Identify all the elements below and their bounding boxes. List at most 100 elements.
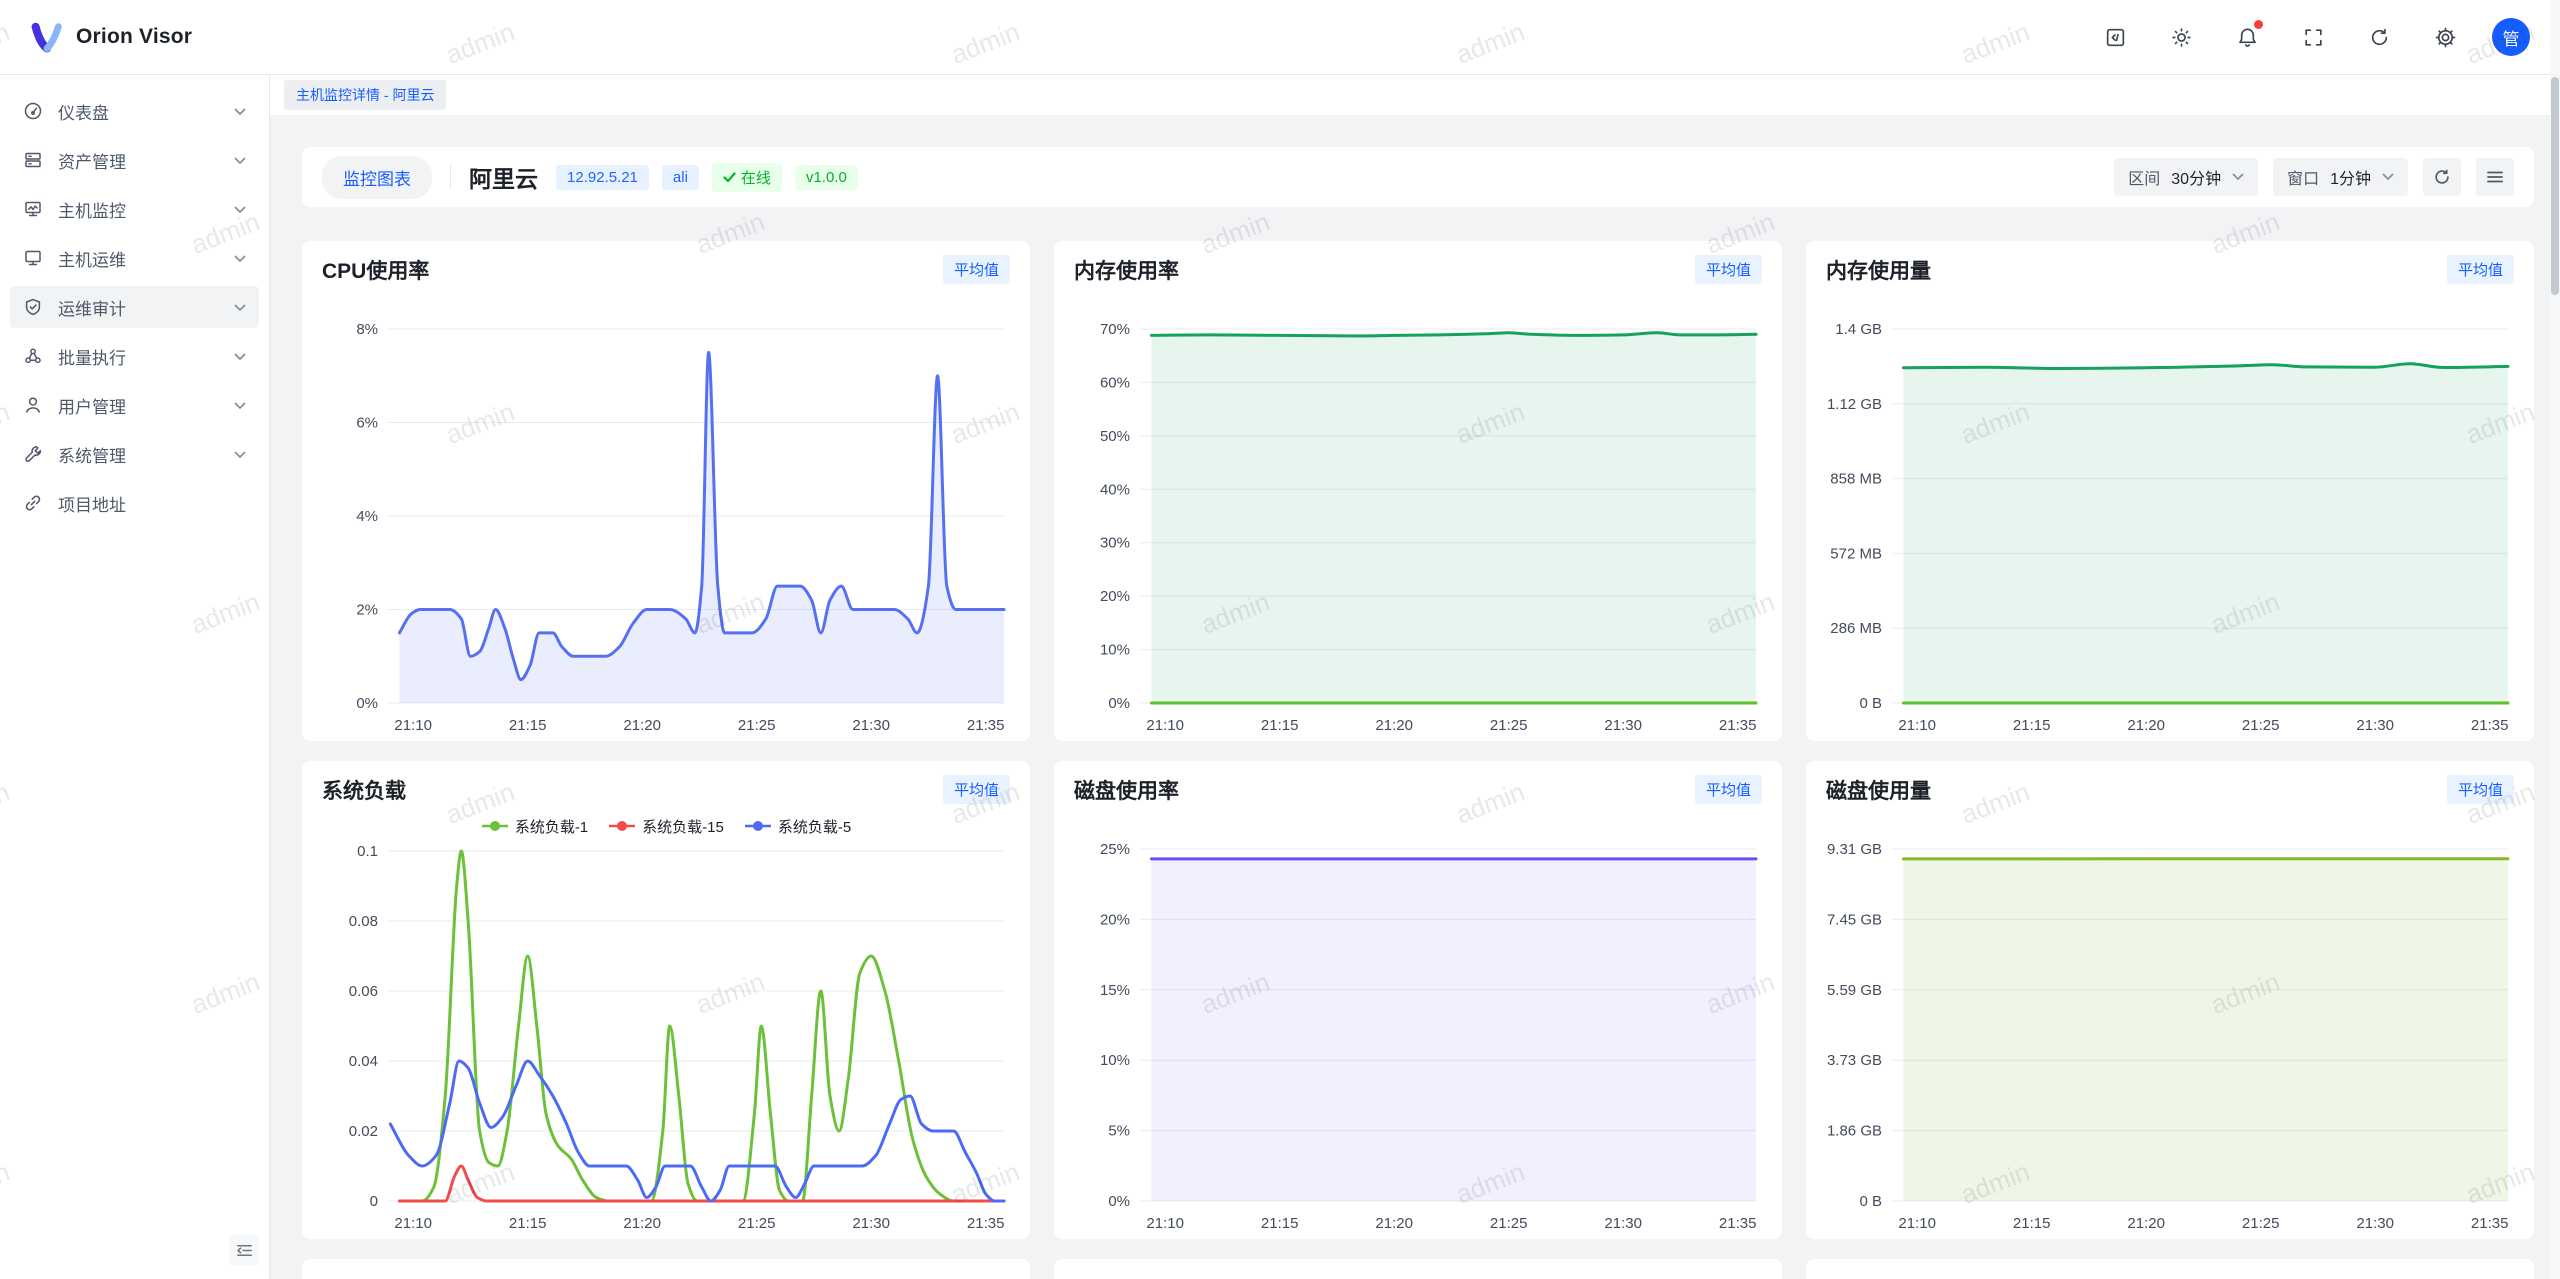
svg-text:0 B: 0 B [1859, 1193, 1882, 1210]
svg-text:15%: 15% [1100, 982, 1130, 999]
avatar[interactable]: 管 [2492, 18, 2530, 56]
svg-text:21:15: 21:15 [2013, 717, 2051, 734]
sidebar-collapse-button[interactable] [229, 1235, 259, 1265]
svg-text:5.59 GB: 5.59 GB [1827, 982, 1882, 999]
svg-text:6%: 6% [356, 415, 378, 432]
legend-label: 系统负载-1 [515, 816, 588, 837]
svg-text:21:20: 21:20 [623, 1215, 661, 1232]
svg-text:21:25: 21:25 [1490, 1215, 1528, 1232]
sidebar-item-system-mgmt[interactable]: 系统管理 [10, 433, 259, 475]
gear-icon[interactable] [2426, 18, 2464, 56]
sidebar-item-label: 用户管理 [58, 393, 126, 418]
svg-text:1.12 GB: 1.12 GB [1827, 396, 1882, 413]
app-logo: Orion Visor [30, 21, 192, 53]
average-badge: 平均值 [943, 255, 1010, 284]
status-badge: 在线 [712, 163, 782, 192]
chart-title: 内存使用量 [1826, 255, 1931, 285]
shield-check-icon [23, 297, 43, 317]
svg-text:9.31 GB: 9.31 GB [1827, 841, 1882, 858]
window-select[interactable]: 窗口 1分钟 [2273, 158, 2408, 196]
svg-text:0.06: 0.06 [349, 983, 378, 1000]
interval-select[interactable]: 区间 30分钟 [2114, 158, 2258, 196]
sidebar-item-dashboard[interactable]: 仪表盘 [10, 90, 259, 132]
chevron-down-icon [2232, 168, 2244, 186]
sidebar-item-host-monitor[interactable]: 主机监控 [10, 188, 259, 230]
sidebar-item-host-ops[interactable]: 主机运维 [10, 237, 259, 279]
svg-text:0.1: 0.1 [357, 843, 378, 860]
chevron-down-icon [234, 297, 246, 317]
status-text: 在线 [741, 167, 771, 188]
legend-item[interactable]: 系统负载-1 [481, 816, 588, 837]
svg-text:21:10: 21:10 [1146, 717, 1184, 734]
sidebar-item-user-mgmt[interactable]: 用户管理 [10, 384, 259, 426]
svg-text:858 MB: 858 MB [1830, 471, 1882, 488]
chart-card-system-load: 系统负载平均值 系统负载-1系统负载-15系统负载-5 00.020.040.0… [302, 761, 1030, 1239]
sidebar-item-label: 主机运维 [58, 246, 126, 271]
refresh-icon[interactable] [2360, 18, 2398, 56]
sidebar-item-project-link[interactable]: 项目地址 [10, 482, 259, 524]
tab-host-monitor-detail[interactable]: 主机监控详情 - 阿里云 [284, 80, 446, 110]
svg-text:21:35: 21:35 [967, 717, 1005, 734]
monitor-chart-button[interactable]: 监控图表 [322, 156, 432, 199]
wrench-icon [23, 444, 43, 464]
svg-text:21:35: 21:35 [1719, 1215, 1757, 1232]
svg-text:0 B: 0 B [1859, 695, 1882, 712]
svg-text:21:15: 21:15 [509, 717, 547, 734]
svg-text:21:25: 21:25 [738, 717, 776, 734]
legend-marker-icon [608, 820, 636, 832]
chart-title: 系统负载 [322, 775, 406, 805]
next-row-card-peek [302, 1259, 1030, 1279]
chevron-down-icon [234, 346, 246, 366]
svg-text:1.4 GB: 1.4 GB [1835, 321, 1882, 338]
svg-text:21:30: 21:30 [2356, 717, 2394, 734]
svg-text:21:25: 21:25 [2242, 717, 2280, 734]
scrollbar-thumb[interactable] [2551, 77, 2559, 295]
svg-text:0.08: 0.08 [349, 913, 378, 930]
average-badge: 平均值 [1695, 255, 1762, 284]
select-label: 窗口 [2287, 165, 2319, 189]
sidebar-item-batch-exec[interactable]: 批量执行 [10, 335, 259, 377]
svg-text:50%: 50% [1100, 428, 1130, 445]
svg-text:30%: 30% [1100, 535, 1130, 552]
legend-marker-icon [744, 820, 772, 832]
main-area: 主机监控详情 - 阿里云 监控图表 阿里云 12.92.5.21 ali 在线 … [270, 75, 2560, 1279]
refresh-charts-button[interactable] [2423, 158, 2461, 196]
sidebar-item-label: 系统管理 [58, 442, 126, 467]
sidebar-item-assets[interactable]: 资产管理 [10, 139, 259, 181]
theme-sun-icon[interactable] [2162, 18, 2200, 56]
average-badge: 平均值 [1695, 775, 1762, 804]
svg-text:10%: 10% [1100, 1052, 1130, 1069]
legend-item[interactable]: 系统负载-5 [744, 816, 851, 837]
chevron-down-icon [234, 444, 246, 464]
legend-label: 系统负载-15 [642, 816, 724, 837]
svg-text:21:15: 21:15 [509, 1215, 547, 1232]
code-square-icon[interactable] [2096, 18, 2134, 56]
sidebar-item-ops-audit[interactable]: 运维审计 [10, 286, 259, 328]
legend-item[interactable]: 系统负载-15 [608, 816, 724, 837]
version-tag: v1.0.0 [795, 165, 858, 190]
svg-text:0.04: 0.04 [349, 1053, 378, 1070]
svg-text:21:30: 21:30 [1604, 717, 1642, 734]
chevron-down-icon [2382, 168, 2394, 186]
link-icon [23, 493, 43, 513]
page-scrollbar[interactable] [2550, 0, 2560, 1279]
cpu-usage-chart: 0%2%4%6%8%21:1021:1521:2021:2521:3021:35 [322, 293, 1010, 741]
svg-text:21:10: 21:10 [1146, 1215, 1184, 1232]
chart-list-button[interactable] [2476, 158, 2514, 196]
chevron-down-icon [234, 199, 246, 219]
content-area: 监控图表 阿里云 12.92.5.21 ali 在线 v1.0.0 区间 30分… [270, 115, 2560, 1279]
app-title: Orion Visor [76, 25, 192, 49]
toolbar: 监控图表 阿里云 12.92.5.21 ali 在线 v1.0.0 区间 30分… [302, 147, 2534, 207]
svg-text:20%: 20% [1100, 588, 1130, 605]
topbar: Orion Visor 管 [0, 0, 2560, 75]
svg-text:10%: 10% [1100, 642, 1130, 659]
system-load-chart: 00.020.040.060.080.121:1021:1521:2021:25… [322, 839, 1010, 1239]
host-name: 阿里云 [469, 160, 538, 194]
chevron-down-icon [234, 248, 246, 268]
fullscreen-icon[interactable] [2294, 18, 2332, 56]
legend-label: 系统负载-5 [778, 816, 851, 837]
chart-title: 磁盘使用率 [1074, 775, 1179, 805]
check-icon [723, 172, 736, 183]
bell-icon[interactable] [2228, 18, 2266, 56]
chart-title: 磁盘使用量 [1826, 775, 1931, 805]
